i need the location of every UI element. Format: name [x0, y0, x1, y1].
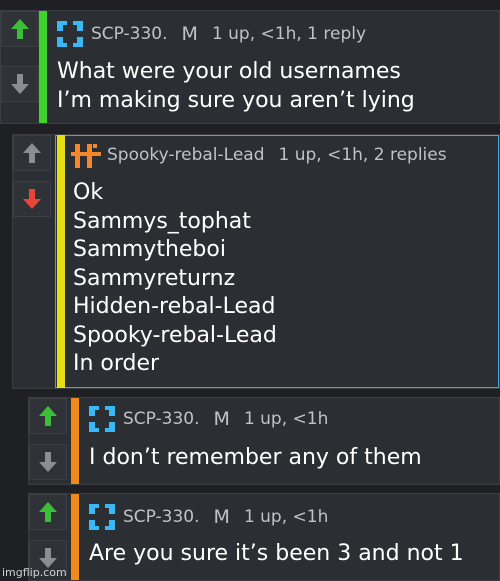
- down-arrow-icon: [11, 74, 29, 94]
- user-mark: M: [213, 506, 230, 528]
- up-arrow-icon: [23, 143, 41, 163]
- username-link[interactable]: Spooky-rebal-Lead: [107, 145, 265, 165]
- comment-meta: 1 up, <1h, 2 replies: [278, 145, 447, 165]
- comment: SCP-330. M 1 up, <1h, 1 reply What were …: [0, 10, 500, 124]
- spooky-rune-icon: [71, 144, 101, 168]
- vote-column: [29, 398, 67, 484]
- comment-thread-bar: [57, 135, 65, 388]
- down-arrow-icon: [39, 452, 57, 472]
- comment-header: SCP-330. M 1 up, <1h, 1 reply: [55, 19, 366, 49]
- watermark: imgflip.com: [2, 566, 67, 579]
- comment-thread-bar: [71, 398, 79, 484]
- down-arrow-icon: [23, 189, 41, 209]
- downvote-button[interactable]: [29, 444, 67, 480]
- comment-text: What were your old usernames I’m making …: [57, 59, 415, 113]
- comment-thread-bar: [39, 11, 47, 123]
- upvote-button[interactable]: [13, 135, 51, 171]
- comment-header: Spooky-rebal-Lead 1 up, <1h, 2 replies: [71, 140, 447, 170]
- up-arrow-icon: [39, 406, 57, 426]
- comment-header: SCP-330. M 1 up, <1h: [87, 404, 328, 434]
- comment-text: Are you sure it’s been 3 and not 1: [89, 541, 464, 566]
- scp-cross-icon: [57, 21, 83, 47]
- scp-cross-icon: [89, 504, 115, 530]
- username-link[interactable]: SCP-330.: [91, 24, 168, 44]
- comment-meta: 1 up, <1h: [243, 409, 329, 429]
- username-link[interactable]: SCP-330.: [123, 507, 200, 527]
- user-mark: M: [181, 23, 198, 45]
- comment-text: Ok Sammys_tophat Sammytheboi Sammyreturn…: [73, 180, 277, 376]
- comment-meta: 1 up, <1h, 1 reply: [211, 24, 367, 44]
- comment: Spooky-rebal-Lead 1 up, <1h, 2 replies O…: [12, 134, 500, 389]
- comment-text: I don’t remember any of them: [89, 445, 422, 470]
- comment: SCP-330. M 1 up, <1h Are you sure it’s b…: [28, 493, 500, 581]
- comment-meta: 1 up, <1h: [243, 507, 329, 527]
- comment: SCP-330. M 1 up, <1h I don’t remember an…: [28, 397, 500, 485]
- scp-cross-icon: [89, 406, 115, 432]
- vote-column: [1, 11, 39, 123]
- upvote-button[interactable]: [1, 11, 39, 47]
- downvote-button[interactable]: [13, 181, 51, 217]
- upvote-button[interactable]: [29, 494, 67, 530]
- comment-thread-bar: [71, 494, 79, 580]
- username-link[interactable]: SCP-330.: [123, 409, 200, 429]
- up-arrow-icon: [39, 502, 57, 522]
- comment-header: SCP-330. M 1 up, <1h: [87, 502, 328, 532]
- downvote-button[interactable]: [1, 66, 39, 102]
- user-mark: M: [213, 408, 230, 430]
- upvote-button[interactable]: [29, 398, 67, 434]
- vote-column: [13, 135, 51, 388]
- up-arrow-icon: [11, 19, 29, 39]
